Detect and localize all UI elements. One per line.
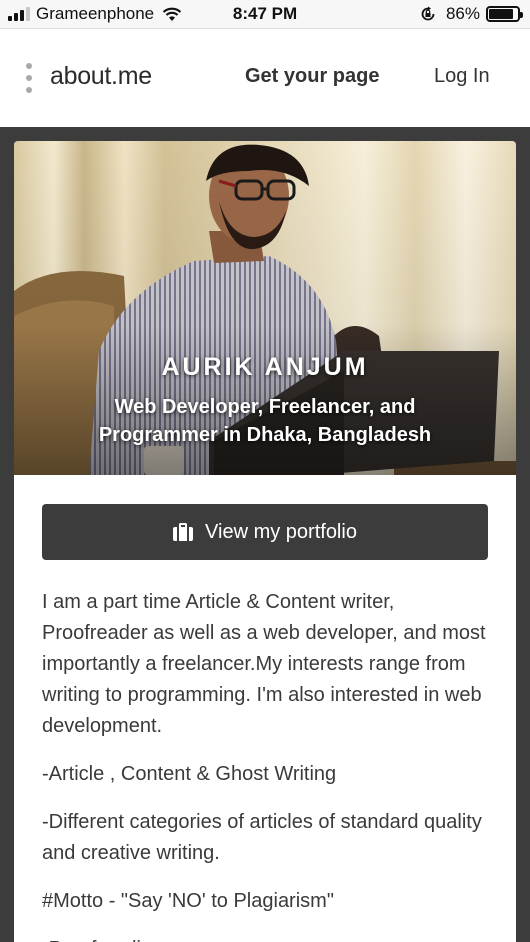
bio-paragraph: #Motto - "Say 'NO' to Plagiarism"	[42, 890, 334, 912]
briefcase-icon	[173, 523, 194, 541]
bio-paragraph: -Proofreading	[42, 934, 492, 942]
profile-title: Web Developer, Freelancer, and Programme…	[98, 396, 432, 446]
bio-paragraph: -Article , Content & Ghost Writing	[42, 763, 337, 785]
view-portfolio-button[interactable]: View my portfolio	[42, 504, 488, 560]
status-bar: Grameenphone 8:47 PM 86%	[0, 0, 530, 28]
status-right: 86%	[420, 4, 523, 24]
battery-percent: 86%	[445, 4, 480, 23]
portfolio-button-label: View my portfolio	[205, 520, 357, 543]
bio-paragraph: I am a part time Article & Content write…	[42, 591, 486, 737]
profile-name: AURIK ANJUM	[161, 353, 369, 381]
bio-section: I am a part time Article & Content write…	[42, 587, 492, 942]
site-logo[interactable]: about.me	[50, 62, 152, 91]
hero-photo: AURIK ANJUM Web Developer, Freelancer, a…	[14, 141, 516, 475]
rotation-lock-icon	[421, 6, 435, 21]
dots-menu-icon[interactable]	[24, 63, 34, 93]
battery-icon	[486, 6, 523, 22]
top-nav: about.me Get your page Log In	[0, 28, 530, 127]
bio-paragraph: -Different categories of articles of sta…	[42, 811, 482, 864]
profile-card: AURIK ANJUM Web Developer, Freelancer, a…	[14, 141, 516, 942]
login-link[interactable]: Log In	[434, 65, 490, 88]
get-your-page-link[interactable]: Get your page	[245, 65, 379, 88]
